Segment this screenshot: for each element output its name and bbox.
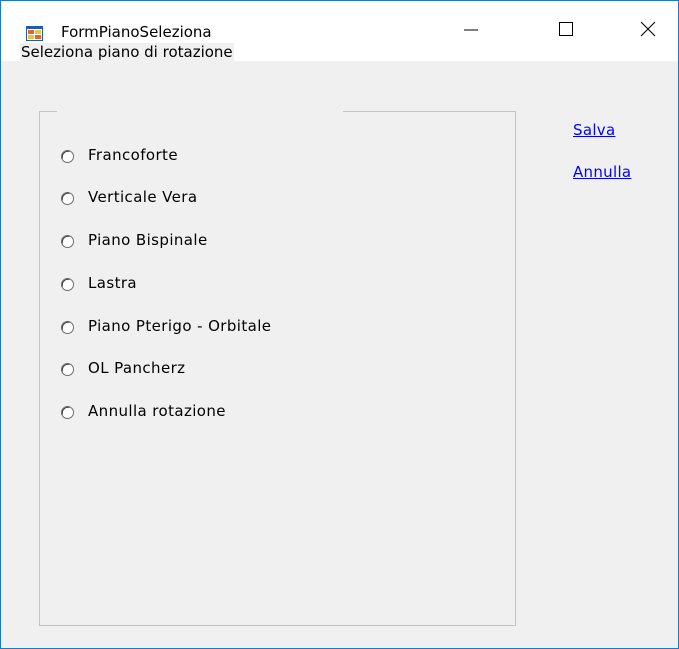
save-link[interactable]: Salva	[573, 121, 615, 139]
radio-button-icon[interactable]	[61, 277, 74, 291]
groupbox-border	[39, 111, 57, 112]
radio-lastra[interactable]: Lastra	[61, 272, 137, 294]
window-title: FormPianoSeleziona	[61, 23, 212, 41]
radio-annulla-rotazione[interactable]: Annulla rotazione	[61, 400, 226, 422]
groupbox-label: Seleziona piano di rotazione	[20, 43, 234, 61]
radio-button-icon[interactable]	[61, 234, 74, 248]
radio-label: Piano Pterigo - Orbitale	[88, 317, 272, 335]
close-button[interactable]	[618, 1, 678, 61]
radio-button-icon[interactable]	[61, 320, 74, 334]
radio-label: Francoforte	[88, 146, 178, 164]
form-client-area: Seleziona piano di rotazione Francoforte…	[1, 43, 678, 648]
radio-button-icon[interactable]	[61, 191, 74, 205]
radio-button-icon[interactable]	[61, 405, 74, 419]
radio-verticale-vera[interactable]: Verticale Vera	[61, 186, 197, 208]
radio-label: Lastra	[88, 274, 138, 292]
radio-label: Piano Bispinale	[88, 231, 208, 249]
form-window: FormPianoSeleziona Seleziona piano di ro…	[0, 0, 679, 649]
cancel-link[interactable]: Annulla	[573, 163, 631, 181]
radio-francoforte[interactable]: Francoforte	[61, 144, 178, 166]
winforms-app-icon[interactable]	[26, 26, 43, 41]
radio-piano-pterigo-orbitale[interactable]: Piano Pterigo - Orbitale	[61, 315, 271, 337]
radio-button-icon[interactable]	[61, 149, 74, 163]
maximize-button[interactable]	[536, 1, 596, 61]
radio-ol-pancherz[interactable]: OL Pancherz	[61, 357, 185, 379]
minimize-button[interactable]	[441, 1, 501, 61]
groupbox-border	[343, 111, 516, 112]
minimize-icon	[463, 21, 479, 41]
radio-label: Annulla rotazione	[88, 402, 226, 420]
radio-piano-bispinale[interactable]: Piano Bispinale	[61, 229, 208, 251]
radio-label: OL Pancherz	[88, 359, 186, 377]
close-icon	[640, 21, 656, 41]
maximize-icon	[558, 21, 574, 41]
radio-label: Verticale Vera	[88, 188, 198, 206]
radio-button-icon[interactable]	[61, 362, 74, 376]
